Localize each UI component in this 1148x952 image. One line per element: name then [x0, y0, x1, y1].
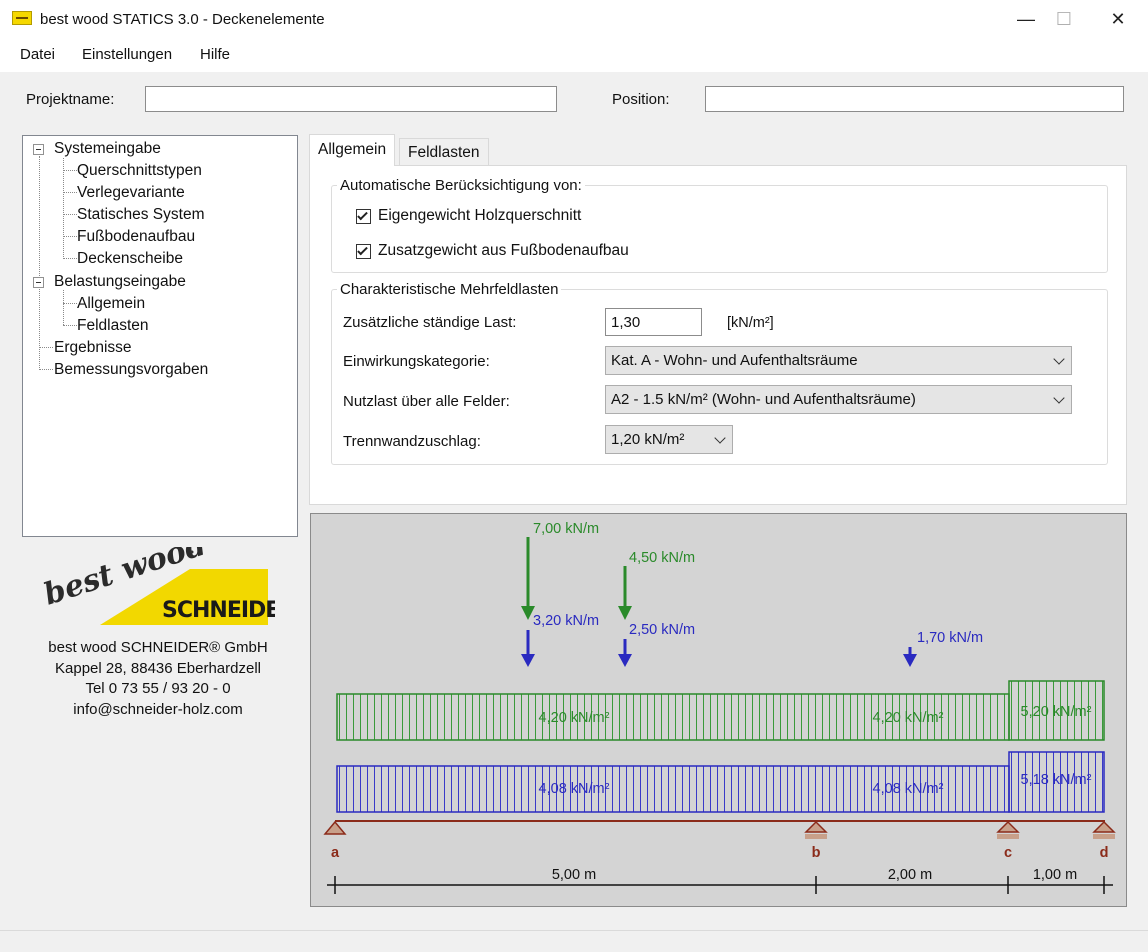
logo-text-schneider: SCHNEIDER [162, 598, 275, 623]
span-label-cd: 1,00 m [1033, 867, 1077, 883]
area-load-green [336, 680, 1105, 741]
point-load-green-label-1: 7,00 kN/m [533, 521, 599, 537]
tree-item-systemeingabe[interactable]: Systemeingabe [54, 140, 161, 158]
tab-allgemein[interactable]: Allgemein [309, 134, 396, 166]
point-load-green-label-2: 4,50 kN/m [629, 550, 695, 566]
area-load-blue-label-2: 4,08 kN/m² [873, 781, 944, 797]
title-bar: best wood STATICS 3.0 - Deckenelemente —… [0, 0, 1148, 38]
category-dropdown[interactable]: Kat. A - Wohn- und Aufenthaltsräume [605, 346, 1072, 375]
company-email: info@schneider-holz.com [73, 700, 243, 718]
extra-load-input[interactable]: 1,30 [605, 308, 702, 336]
company-logo: best wood SCHNEIDER [40, 527, 297, 637]
support-label-c: c [1004, 845, 1012, 861]
company-name: best wood SCHNEIDER® GmbH [48, 639, 268, 656]
support-b-icon [804, 820, 828, 839]
loads-group-box: Charakteristische Mehrfeldlasten Zusätzl… [331, 281, 1108, 465]
category-label: Einwirkungskategorie: [343, 353, 490, 370]
checkmark-icon [357, 244, 368, 256]
maximize-button[interactable]: ☐ [1040, 0, 1088, 38]
point-load-blue-2 [618, 639, 632, 667]
tab-feldlasten[interactable]: Feldlasten [399, 138, 489, 167]
collapse-belastungseingabe-icon[interactable] [33, 277, 44, 288]
position-field[interactable] [705, 86, 1124, 112]
support-d-icon [1092, 820, 1116, 839]
point-load-blue-label-3: 1,70 kN/m [917, 630, 983, 646]
menu-bar: Datei Einstellungen Hilfe [0, 38, 1148, 72]
chevron-down-icon [714, 432, 726, 444]
extra-load-unit: [kN/m²] [727, 315, 774, 331]
support-label-b: b [812, 845, 821, 861]
point-load-blue-1 [521, 630, 535, 667]
tree-item-bemessungsvorgaben[interactable]: Bemessungsvorgaben [54, 361, 208, 379]
company-address: best wood SCHNEIDER® GmbH Kappel 28, 884… [22, 638, 294, 720]
menu-hilfe[interactable]: Hilfe [200, 46, 230, 63]
partition-dropdown-value: 1,20 kN/m² [611, 431, 685, 448]
tab-panel-allgemein: Automatische Berücksichtigung von: Eigen… [309, 165, 1127, 505]
checkbox-eigengewicht-label[interactable]: Eigengewicht Holzquerschnitt [378, 207, 581, 225]
point-load-green-2 [618, 566, 632, 620]
point-load-blue-label-1: 3,20 kN/m [533, 613, 599, 629]
loads-group-title: Charakteristische Mehrfeldlasten [337, 281, 562, 298]
area-load-blue-label-3: 5,18 kN/m² [1021, 772, 1092, 788]
collapse-systemeingabe-icon[interactable] [33, 144, 44, 155]
area-load-blue [336, 751, 1105, 813]
point-load-blue-3 [903, 647, 917, 667]
partition-label: Trennwandzuschlag: [343, 433, 481, 450]
project-name-field[interactable] [145, 86, 557, 112]
tree-item-statisches-system[interactable]: Statisches System [77, 206, 205, 224]
project-name-label: Projektname: [26, 91, 115, 108]
checkbox-zusatzgewicht-label[interactable]: Zusatzgewicht aus Fußbodenaufbau [378, 242, 629, 260]
tree-item-deckenscheibe[interactable]: Deckenscheibe [77, 250, 183, 268]
company-phone: Tel 0 73 55 / 93 20 - 0 [85, 680, 231, 697]
tree-item-querschnittstypen[interactable]: Querschnittstypen [77, 162, 202, 180]
checkbox-eigengewicht[interactable] [356, 209, 371, 224]
tree-item-ergebnisse[interactable]: Ergebnisse [54, 339, 132, 357]
live-load-label: Nutzlast über alle Felder: [343, 393, 510, 410]
beam-diagram-svg: 7,00 kN/m 4,50 kN/m 3,20 kN/m 2,50 kN/m … [323, 521, 1116, 894]
navigation-tree: Systemeingabe Querschnittstypen Verlegev… [22, 135, 298, 537]
app-logo-icon [12, 11, 32, 25]
tree-item-feldlasten[interactable]: Feldlasten [77, 317, 149, 335]
window-title: best wood STATICS 3.0 - Deckenelemente [40, 11, 325, 28]
tree-item-allgemein[interactable]: Allgemein [77, 295, 145, 313]
tree-item-fussbodenaufbau[interactable]: Fußbodenaufbau [77, 228, 195, 246]
area-load-blue-label-1: 4,08 kN/m² [539, 781, 610, 797]
partition-dropdown[interactable]: 1,20 kN/m² [605, 425, 733, 454]
tree-item-verlegevariante[interactable]: Verlegevariante [77, 184, 185, 202]
support-a-icon [323, 820, 347, 835]
checkmark-icon [357, 209, 368, 221]
auto-group-box: Automatische Berücksichtigung von: Eigen… [331, 177, 1108, 273]
live-load-dropdown-value: A2 - 1.5 kN/m² (Wohn- und Aufenthaltsräu… [611, 391, 916, 408]
chevron-down-icon [1053, 392, 1065, 404]
category-dropdown-value: Kat. A - Wohn- und Aufenthaltsräume [611, 352, 858, 369]
area-load-green-label-3: 5,20 kN/m² [1021, 704, 1092, 720]
support-label-d: d [1100, 845, 1109, 861]
menu-datei[interactable]: Datei [20, 46, 55, 63]
extra-load-label: Zusätzliche ständige Last: [343, 314, 517, 331]
live-load-dropdown[interactable]: A2 - 1.5 kN/m² (Wohn- und Aufenthaltsräu… [605, 385, 1072, 414]
span-label-bc: 2,00 m [888, 867, 932, 883]
position-label: Position: [612, 91, 670, 108]
area-load-green-label-2: 4,20 kN/m² [873, 710, 944, 726]
area-load-green-label-1: 4,20 kN/m² [539, 710, 610, 726]
beam-diagram: 7,00 kN/m 4,50 kN/m 3,20 kN/m 2,50 kN/m … [310, 513, 1127, 907]
span-label-ab: 5,00 m [552, 867, 596, 883]
auto-group-title: Automatische Berücksichtigung von: [337, 177, 585, 194]
chevron-down-icon [1053, 353, 1065, 365]
dimension-line [327, 876, 1113, 894]
support-c-icon [996, 820, 1020, 839]
status-bar [0, 930, 1148, 952]
company-street: Kappel 28, 88436 Eberhardzell [55, 659, 261, 677]
menu-einstellungen[interactable]: Einstellungen [82, 46, 172, 63]
support-label-a: a [331, 845, 340, 861]
point-load-green-1 [521, 537, 535, 620]
point-load-blue-label-2: 2,50 kN/m [629, 622, 695, 638]
checkbox-zusatzgewicht[interactable] [356, 244, 371, 259]
tree-item-belastungseingabe[interactable]: Belastungseingabe [54, 273, 186, 291]
close-button[interactable]: ✕ [1094, 0, 1142, 38]
